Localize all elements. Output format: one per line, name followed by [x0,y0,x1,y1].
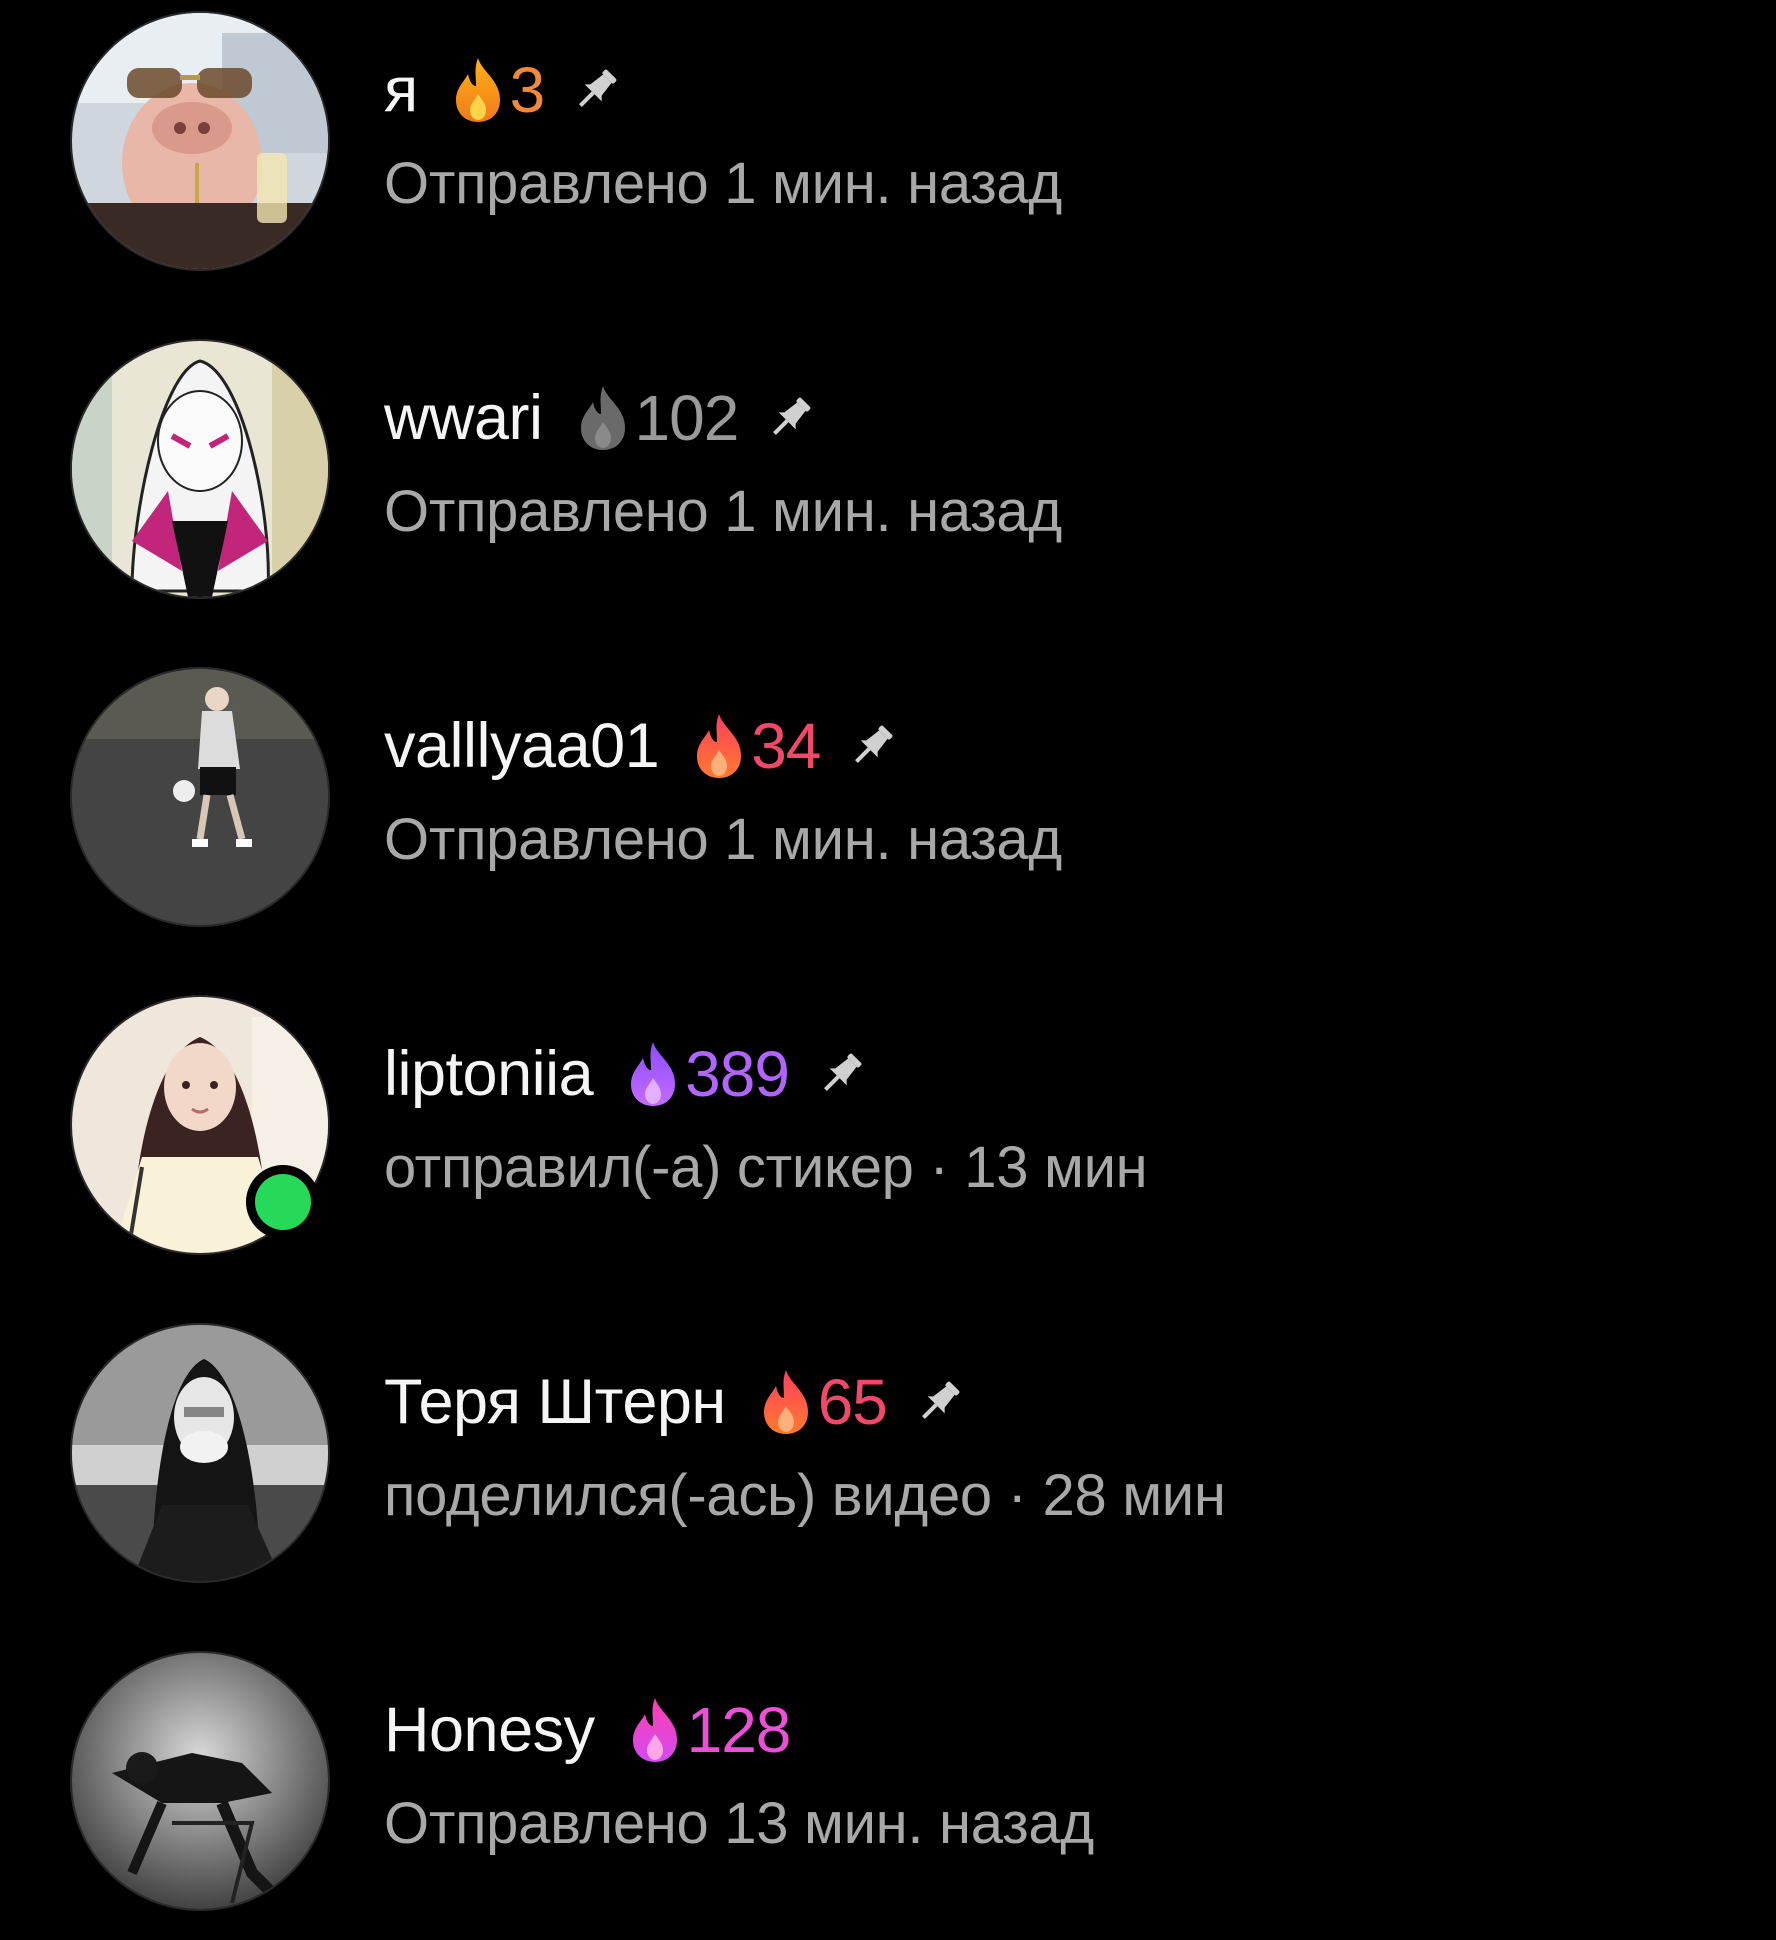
fire-red-icon [689,710,749,782]
name-line: liptoniia 389 [384,1034,869,1114]
online-status-indicator [246,1165,320,1239]
avatar[interactable] [72,1653,328,1909]
pin-icon [844,718,900,774]
streak-badge: 389 [623,1037,790,1111]
fire-gray-icon [573,382,633,454]
streak-count: 34 [751,710,821,782]
chat-name: я [384,55,418,125]
chat-row-ya[interactable]: я 3 Отправлено 1 мин. назад [0,0,1776,300]
avatar[interactable] [72,13,328,269]
name-line: valllyaa01 34 [384,706,900,786]
chat-row-valllyaa01[interactable]: valllyaa01 34 Отправлено 1 мин. назад [0,656,1776,956]
streak-badge: 65 [756,1365,888,1439]
streak-badge: 128 [625,1693,791,1767]
streak-count: 128 [686,1694,792,1766]
chat-name: Теря Штерн [384,1367,726,1437]
fire-red-icon [756,1366,816,1438]
avatar[interactable] [72,669,328,925]
chat-row-wwari[interactable]: wwari 102 Отправлено 1 мин. назад [0,328,1776,628]
fire-orange-icon [448,54,508,126]
name-line: Honesy 128 [384,1690,791,1770]
chat-name: valllyaa01 [384,711,660,781]
streak-count: 3 [509,54,546,126]
avatar[interactable] [72,1325,328,1581]
chat-subtitle: Отправлено 1 мин. назад [384,151,1062,216]
fire-magenta-icon [625,1694,685,1766]
chat-list: я 3 Отправлено 1 мин. назад wwari 102 От… [0,0,1776,1934]
chat-subtitle: отправил(-а) стикер · 13 мин [384,1135,1148,1200]
name-line: я 3 [384,50,624,130]
chat-name: wwari [384,383,543,453]
chat-subtitle: поделился(-ась) видео · 28 мин [384,1463,1226,1528]
avatar[interactable] [72,341,328,597]
chat-subtitle: Отправлено 1 мин. назад [384,479,1062,544]
pin-icon [568,62,624,118]
pin-icon [911,1374,967,1430]
streak-count: 102 [634,382,740,454]
name-line: wwari 102 [384,378,818,458]
chat-name: liptoniia [384,1039,594,1109]
chat-subtitle: Отправлено 1 мин. назад [384,807,1062,872]
chat-name: Honesy [384,1695,595,1765]
chat-row-terya-shtern[interactable]: Теря Штерн 65 поделился(-ась) видео · 28… [0,1312,1776,1612]
chat-row-liptoniia[interactable]: liptoniia 389 отправил(-а) стикер · 13 м… [0,984,1776,1284]
name-line: Теря Штерн 65 [384,1362,967,1442]
pin-icon [762,390,818,446]
streak-count: 389 [685,1038,790,1110]
streak-badge: 34 [689,709,821,783]
streak-count: 65 [817,1366,888,1438]
streak-badge: 102 [573,381,739,455]
chat-subtitle: Отправлено 13 мин. назад [384,1791,1094,1856]
streak-badge: 3 [448,53,545,127]
chat-row-honesy[interactable]: Honesy 128 Отправлено 13 мин. назад [0,1640,1776,1940]
fire-purple-icon [623,1038,683,1110]
pin-icon [813,1046,869,1102]
